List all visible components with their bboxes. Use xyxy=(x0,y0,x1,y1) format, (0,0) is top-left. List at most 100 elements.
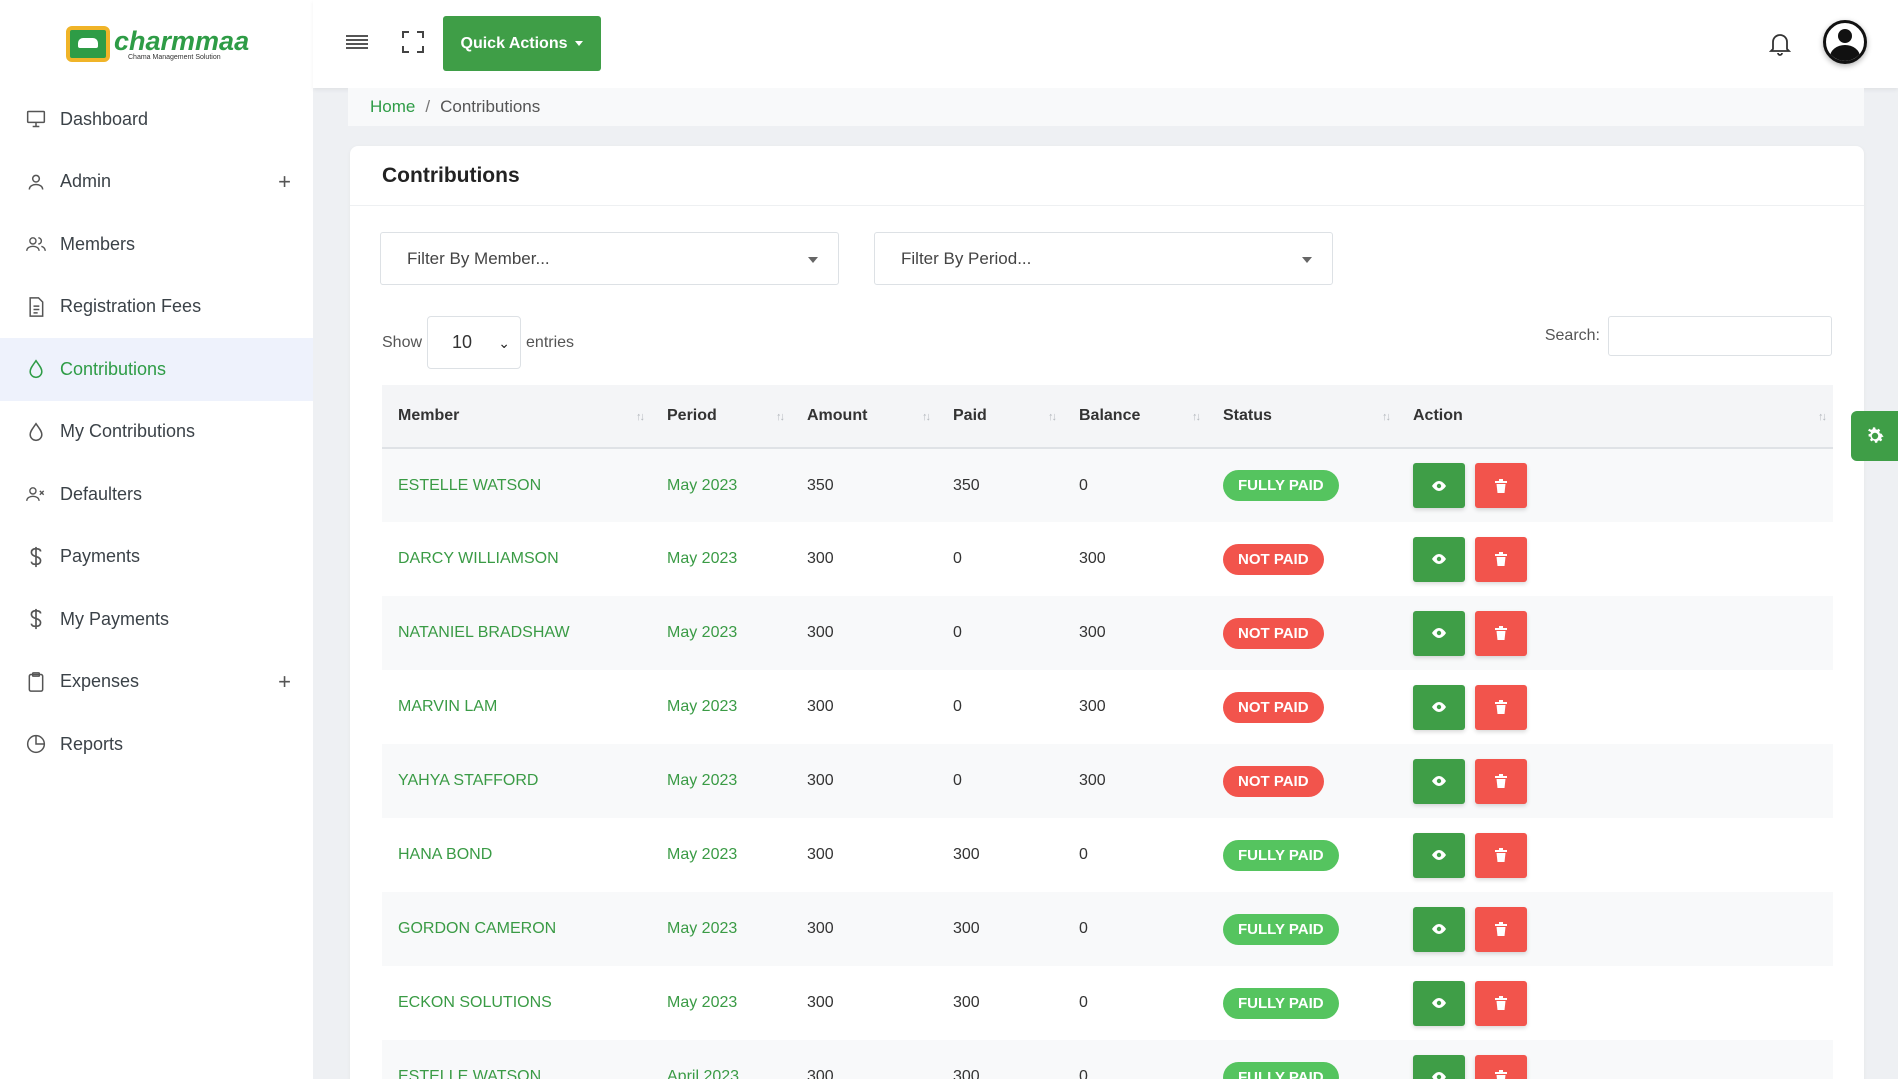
sort-icon[interactable]: ↑↓ xyxy=(922,411,931,423)
member-link[interactable]: ESTELLE WATSON xyxy=(398,477,541,494)
search-label: Search: xyxy=(1544,327,1600,344)
action-cell xyxy=(1397,448,1833,522)
action-cell xyxy=(1397,744,1833,818)
view-button[interactable] xyxy=(1413,980,1465,1026)
dollar-icon xyxy=(26,609,46,630)
table-header-row: Member ↑↓ Period ↑↓ Amount ↑↓ Paid ↑↓ Balance ↑↓ S… xyxy=(382,385,1833,449)
eye-icon xyxy=(1432,776,1446,786)
settings-gear-icon[interactable] xyxy=(1851,411,1898,461)
column-header-action[interactable]: Action ↑↓ xyxy=(1397,385,1833,449)
table-row: DARCY WILLIAMSON May 2023 300 0 300 NOT PAID xyxy=(382,522,1833,596)
sidebar-item-admin[interactable]: Admin + xyxy=(0,151,313,214)
period-link[interactable]: April 2023 xyxy=(667,1068,739,1079)
view-button[interactable] xyxy=(1413,684,1465,730)
table-body: ESTELLE WATSON May 2023 350 350 0 FULLY PAID D… xyxy=(382,448,1833,1079)
view-button[interactable] xyxy=(1413,758,1465,804)
delete-button[interactable] xyxy=(1475,684,1527,730)
sidebar-item-dashboard[interactable]: Dashboard xyxy=(0,88,313,151)
member-link[interactable]: MARVIN LAM xyxy=(398,698,497,715)
sort-icon[interactable]: ↑↓ xyxy=(1818,411,1827,423)
column-header-period[interactable]: Period ↑↓ xyxy=(651,385,791,449)
trash-icon xyxy=(1495,478,1507,493)
column-header-amount[interactable]: Amount ↑↓ xyxy=(791,385,937,449)
view-button[interactable] xyxy=(1413,463,1465,508)
column-header-paid[interactable]: Paid ↑↓ xyxy=(937,385,1063,449)
delete-button[interactable] xyxy=(1475,906,1527,952)
sidebar-item-payments[interactable]: Payments xyxy=(0,526,313,589)
search-input[interactable] xyxy=(1608,316,1832,356)
member-link[interactable]: NATANIEL BRADSHAW xyxy=(398,624,570,641)
clipboard-icon xyxy=(26,671,46,692)
eye-icon xyxy=(1432,850,1446,860)
balance-value: 300 xyxy=(1079,698,1106,715)
balance-value: 0 xyxy=(1079,476,1088,494)
chat-logo-icon xyxy=(66,26,110,62)
fullscreen-icon[interactable] xyxy=(401,30,425,54)
show-label: Show xyxy=(382,333,423,351)
status-badge: FULLY PAID xyxy=(1223,987,1339,1019)
member-link[interactable]: YAHYA STAFFORD xyxy=(398,772,538,789)
filter-by-period-select[interactable]: Filter By Period... xyxy=(874,232,1333,285)
monitor-icon xyxy=(26,109,46,129)
breadcrumb-home-link[interactable]: Home xyxy=(370,97,415,117)
bell-icon[interactable] xyxy=(1768,32,1792,56)
contributions-card: Contributions Filter By Member... Filter… xyxy=(350,146,1864,1079)
balance-value: 0 xyxy=(1079,846,1088,863)
period-link[interactable]: May 2023 xyxy=(667,550,737,567)
view-button[interactable] xyxy=(1413,1054,1465,1079)
plus-icon[interactable]: + xyxy=(278,169,291,195)
delete-button[interactable] xyxy=(1475,610,1527,656)
brand-logo[interactable]: charmmaa Chama Management Solution xyxy=(0,0,313,88)
amount-value: 300 xyxy=(807,994,834,1011)
sidebar-item-my-contributions[interactable]: My Contributions xyxy=(0,401,313,464)
member-link[interactable]: DARCY WILLIAMSON xyxy=(398,550,559,567)
sort-icon[interactable]: ↑↓ xyxy=(1192,411,1201,423)
paid-value: 300 xyxy=(953,846,980,863)
view-button[interactable] xyxy=(1413,536,1465,582)
delete-button[interactable] xyxy=(1475,1054,1527,1079)
delete-button[interactable] xyxy=(1475,758,1527,804)
sort-icon[interactable]: ↑↓ xyxy=(636,411,645,423)
view-button[interactable] xyxy=(1413,906,1465,952)
amount-value: 300 xyxy=(807,1068,834,1079)
period-link[interactable]: May 2023 xyxy=(667,477,737,494)
sidebar-item-my-payments[interactable]: My Payments xyxy=(0,588,313,651)
period-link[interactable]: May 2023 xyxy=(667,920,737,937)
period-link[interactable]: May 2023 xyxy=(667,994,737,1011)
delete-button[interactable] xyxy=(1475,536,1527,582)
period-link[interactable]: May 2023 xyxy=(667,698,737,715)
sidebar-item-label: My Payments xyxy=(60,608,170,629)
sidebar-item-expenses[interactable]: Expenses + xyxy=(0,651,313,714)
sidebar-item-members[interactable]: Members xyxy=(0,213,313,276)
member-link[interactable]: GORDON CAMERON xyxy=(398,920,556,937)
period-link[interactable]: May 2023 xyxy=(667,772,737,789)
filter-by-member-select[interactable]: Filter By Member... xyxy=(380,232,839,285)
period-link[interactable]: May 2023 xyxy=(667,846,737,863)
sidebar-item-defaulters[interactable]: Defaulters xyxy=(0,463,313,526)
sidebar-item-registration-fees[interactable]: Registration Fees xyxy=(0,276,313,339)
view-button[interactable] xyxy=(1413,832,1465,878)
column-header-balance[interactable]: Balance ↑↓ xyxy=(1063,385,1207,449)
user-avatar[interactable] xyxy=(1823,20,1867,64)
sort-icon[interactable]: ↑↓ xyxy=(776,411,785,423)
column-header-member[interactable]: Member ↑↓ xyxy=(382,385,651,449)
plus-icon[interactable]: + xyxy=(278,669,291,695)
member-link[interactable]: ECKON SOLUTIONS xyxy=(398,994,552,1011)
delete-button[interactable] xyxy=(1475,980,1527,1026)
member-link[interactable]: HANA BOND xyxy=(398,846,492,863)
entries-per-page-select[interactable]: 10 ⌄ xyxy=(427,316,522,369)
hamburger-menu-icon[interactable] xyxy=(345,30,369,54)
view-button[interactable] xyxy=(1413,610,1465,656)
column-header-status[interactable]: Status ↑↓ xyxy=(1207,385,1397,449)
eye-icon xyxy=(1432,702,1446,712)
sort-icon[interactable]: ↑↓ xyxy=(1048,411,1057,423)
sidebar-item-reports[interactable]: Reports xyxy=(0,713,313,776)
sidebar-item-contributions[interactable]: Contributions xyxy=(0,338,313,401)
member-link[interactable]: ESTELLE WATSON xyxy=(398,1068,541,1079)
period-link[interactable]: May 2023 xyxy=(667,624,737,641)
delete-button[interactable] xyxy=(1475,463,1527,508)
delete-button[interactable] xyxy=(1475,832,1527,878)
quick-actions-button[interactable]: Quick Actions xyxy=(443,16,601,71)
sort-icon[interactable]: ↑↓ xyxy=(1382,411,1391,423)
trash-icon xyxy=(1495,552,1507,566)
